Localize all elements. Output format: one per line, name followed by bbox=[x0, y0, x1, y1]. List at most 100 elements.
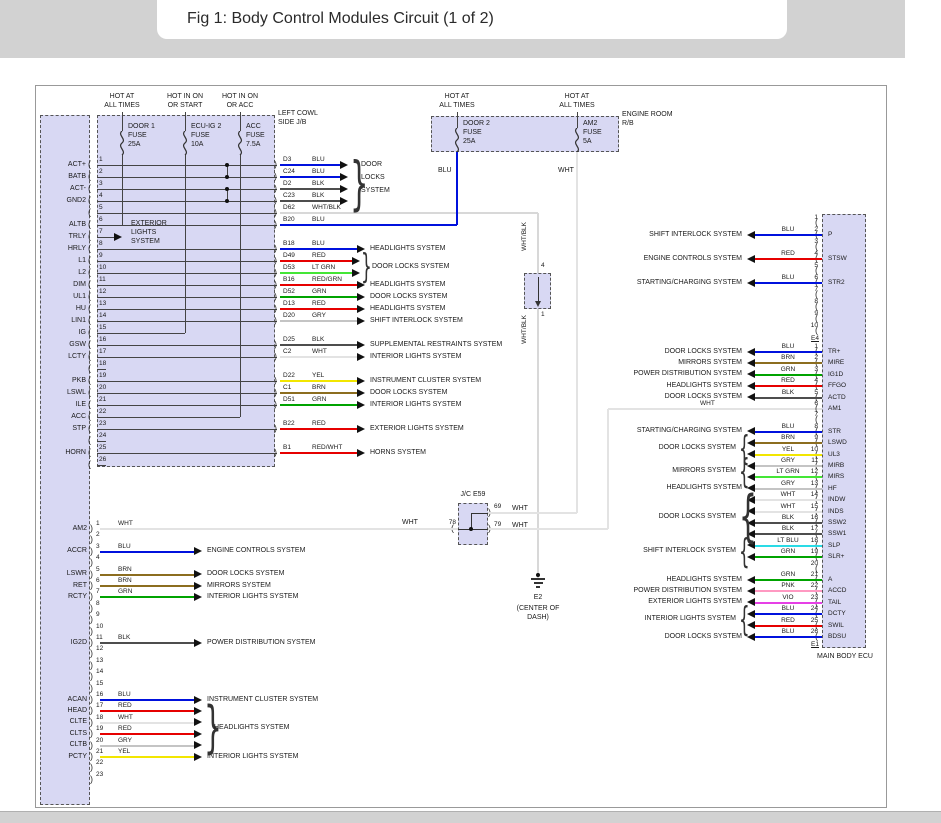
ecu-pin-name: SWIL bbox=[828, 622, 844, 630]
jb-out-pin-id: D51 bbox=[283, 396, 295, 404]
bottom-pin-number: 11 bbox=[96, 634, 103, 642]
wire-b20 bbox=[280, 224, 457, 226]
jb-out-pin-id: B18 bbox=[283, 240, 295, 248]
ecu-wire bbox=[755, 499, 822, 501]
jb-out-wire-color: WHT/BLK bbox=[312, 204, 341, 212]
bottom-wire bbox=[100, 699, 194, 701]
jb-out-pin-id: D3 bbox=[283, 156, 291, 164]
erb-fuse-label: FUSE bbox=[463, 129, 482, 138]
jb-left-pin-bracket: ( bbox=[88, 159, 91, 170]
jb-out-arrow bbox=[357, 353, 365, 361]
jb-internal-wire bbox=[97, 177, 277, 178]
bottom-wire bbox=[100, 585, 194, 587]
ecu-pin-number: 14 bbox=[811, 491, 818, 499]
bottom-pin-label: RCTY bbox=[68, 593, 87, 602]
bottom-pin-number: 10 bbox=[96, 623, 103, 631]
ecu-pin-name: STR bbox=[828, 428, 841, 436]
jb-out-bracket: ) bbox=[274, 279, 277, 290]
jb-out-wire bbox=[280, 200, 340, 202]
ecu-pin-number: 6 bbox=[814, 400, 818, 408]
ecu-pin-number: 21 bbox=[811, 571, 818, 579]
ecu-wire-color: BLU bbox=[782, 226, 795, 234]
jb-out-wire-color: RED/WHT bbox=[312, 444, 342, 452]
jb-out-pin-id: D22 bbox=[283, 372, 295, 380]
jb-out-wire bbox=[280, 164, 340, 166]
ecu-group-brace: { bbox=[739, 605, 750, 634]
jb-left-pin-bracket: ( bbox=[88, 327, 91, 338]
jb-internal-wire bbox=[97, 333, 185, 334]
ecu-arrow bbox=[747, 231, 755, 239]
jb-out-bracket: ) bbox=[274, 339, 277, 350]
jb-out-wire bbox=[280, 260, 352, 262]
ecu-pin-name: SLP bbox=[828, 542, 840, 550]
ground-dot bbox=[536, 573, 540, 577]
jb-out-dest: SHIFT INTERLOCK SYSTEM bbox=[370, 317, 463, 326]
fuse-feed-line bbox=[185, 112, 186, 131]
jb-internal-wire bbox=[97, 369, 106, 370]
jb-out-wire bbox=[280, 404, 357, 406]
ecu-group-brace: { bbox=[739, 457, 750, 486]
ecu-wire-color: YEL bbox=[782, 446, 794, 454]
ecu-pin-name: INDW bbox=[828, 496, 845, 504]
jb-out-pin-id: D53 bbox=[283, 264, 295, 272]
ecu-pin-name: SSW1 bbox=[828, 530, 846, 538]
jb-out-pin-id: C2 bbox=[283, 348, 291, 356]
ecu-wire bbox=[755, 533, 822, 535]
far-left-pin-label: STP bbox=[72, 425, 86, 434]
ecu-group-dest: SHIFT INTERLOCK SYSTEM bbox=[643, 547, 736, 556]
ecu-pin-number: 6 bbox=[814, 274, 818, 282]
ecu-pin-number: 10 bbox=[811, 322, 818, 330]
jc-junction-dot bbox=[469, 527, 473, 531]
jb-pin-number: 8 bbox=[99, 240, 103, 248]
jb-internal-wire bbox=[97, 357, 277, 358]
ecu-pin-name: INDS bbox=[828, 508, 844, 516]
ecu-wire-color: BLK bbox=[782, 389, 794, 397]
ecu-pin-number: 26 bbox=[811, 628, 818, 636]
bottom-wire bbox=[100, 733, 194, 735]
ecu-pin-number: 9 bbox=[814, 434, 818, 442]
fuse-icon bbox=[179, 131, 191, 155]
ecu-pin-name: DCTY bbox=[828, 610, 846, 618]
bottom-pin-label: HEAD bbox=[68, 707, 87, 716]
ecu-wire bbox=[755, 234, 822, 236]
ecu-group-dest: DOOR LOCKS SYSTEM bbox=[659, 444, 736, 453]
bottom-wire bbox=[100, 551, 194, 553]
wire-am2-color: WHT bbox=[558, 167, 574, 176]
jb-internal-wire bbox=[97, 261, 277, 262]
ecu-wire bbox=[755, 625, 822, 627]
jb-out-wire bbox=[280, 284, 357, 286]
jb-pin-number: 10 bbox=[99, 264, 106, 272]
jb-left-pin-bracket: ( bbox=[88, 183, 91, 194]
jb-internal-wire bbox=[97, 309, 277, 310]
ecu-pin-number: 24 bbox=[811, 605, 818, 613]
wire-am2-drop bbox=[576, 152, 578, 513]
far-left-pin-label: TRLY bbox=[69, 233, 86, 242]
ecu-pin-number: 4 bbox=[814, 250, 818, 258]
ecu-pin-number: 4 bbox=[814, 377, 818, 385]
jb-out-pin-id: D2 bbox=[283, 180, 291, 188]
bottom-pin-bracket: ) bbox=[90, 637, 93, 648]
ecu-wire-color: BLU bbox=[782, 423, 795, 431]
bottom-pin-bracket: ) bbox=[90, 717, 93, 728]
ecu-wire bbox=[755, 613, 822, 615]
erb-fuse-label: 5A bbox=[583, 138, 592, 147]
bottom-wire bbox=[100, 574, 194, 576]
bottom-pin-number: 17 bbox=[96, 702, 103, 710]
jc-e59-box bbox=[458, 503, 488, 545]
jb-out-arrow bbox=[340, 161, 348, 169]
jb-out-wire bbox=[280, 248, 357, 250]
jb-internal-wire bbox=[97, 273, 277, 274]
ecu-wire bbox=[755, 258, 822, 260]
mid-conn-pin-top: 4 bbox=[541, 262, 545, 270]
ecu-dest: HEADLIGHTS SYSTEM bbox=[667, 484, 742, 493]
bottom-arrow bbox=[194, 741, 202, 749]
jb-pin-number: 9 bbox=[99, 252, 103, 260]
ecu-pin-name: TAIL bbox=[828, 599, 841, 607]
ecu-pin-number: 9 bbox=[814, 310, 818, 318]
bottom-pin-bracket: ) bbox=[90, 580, 93, 591]
ecu-wire-color: RED bbox=[781, 617, 795, 625]
bottom-arrow bbox=[194, 547, 202, 555]
jb-out-dest: HORNS SYSTEM bbox=[370, 449, 426, 458]
erb-fuse-header-line1: HOT AT bbox=[445, 93, 470, 102]
far-left-pin-label: ACT- bbox=[70, 185, 86, 194]
